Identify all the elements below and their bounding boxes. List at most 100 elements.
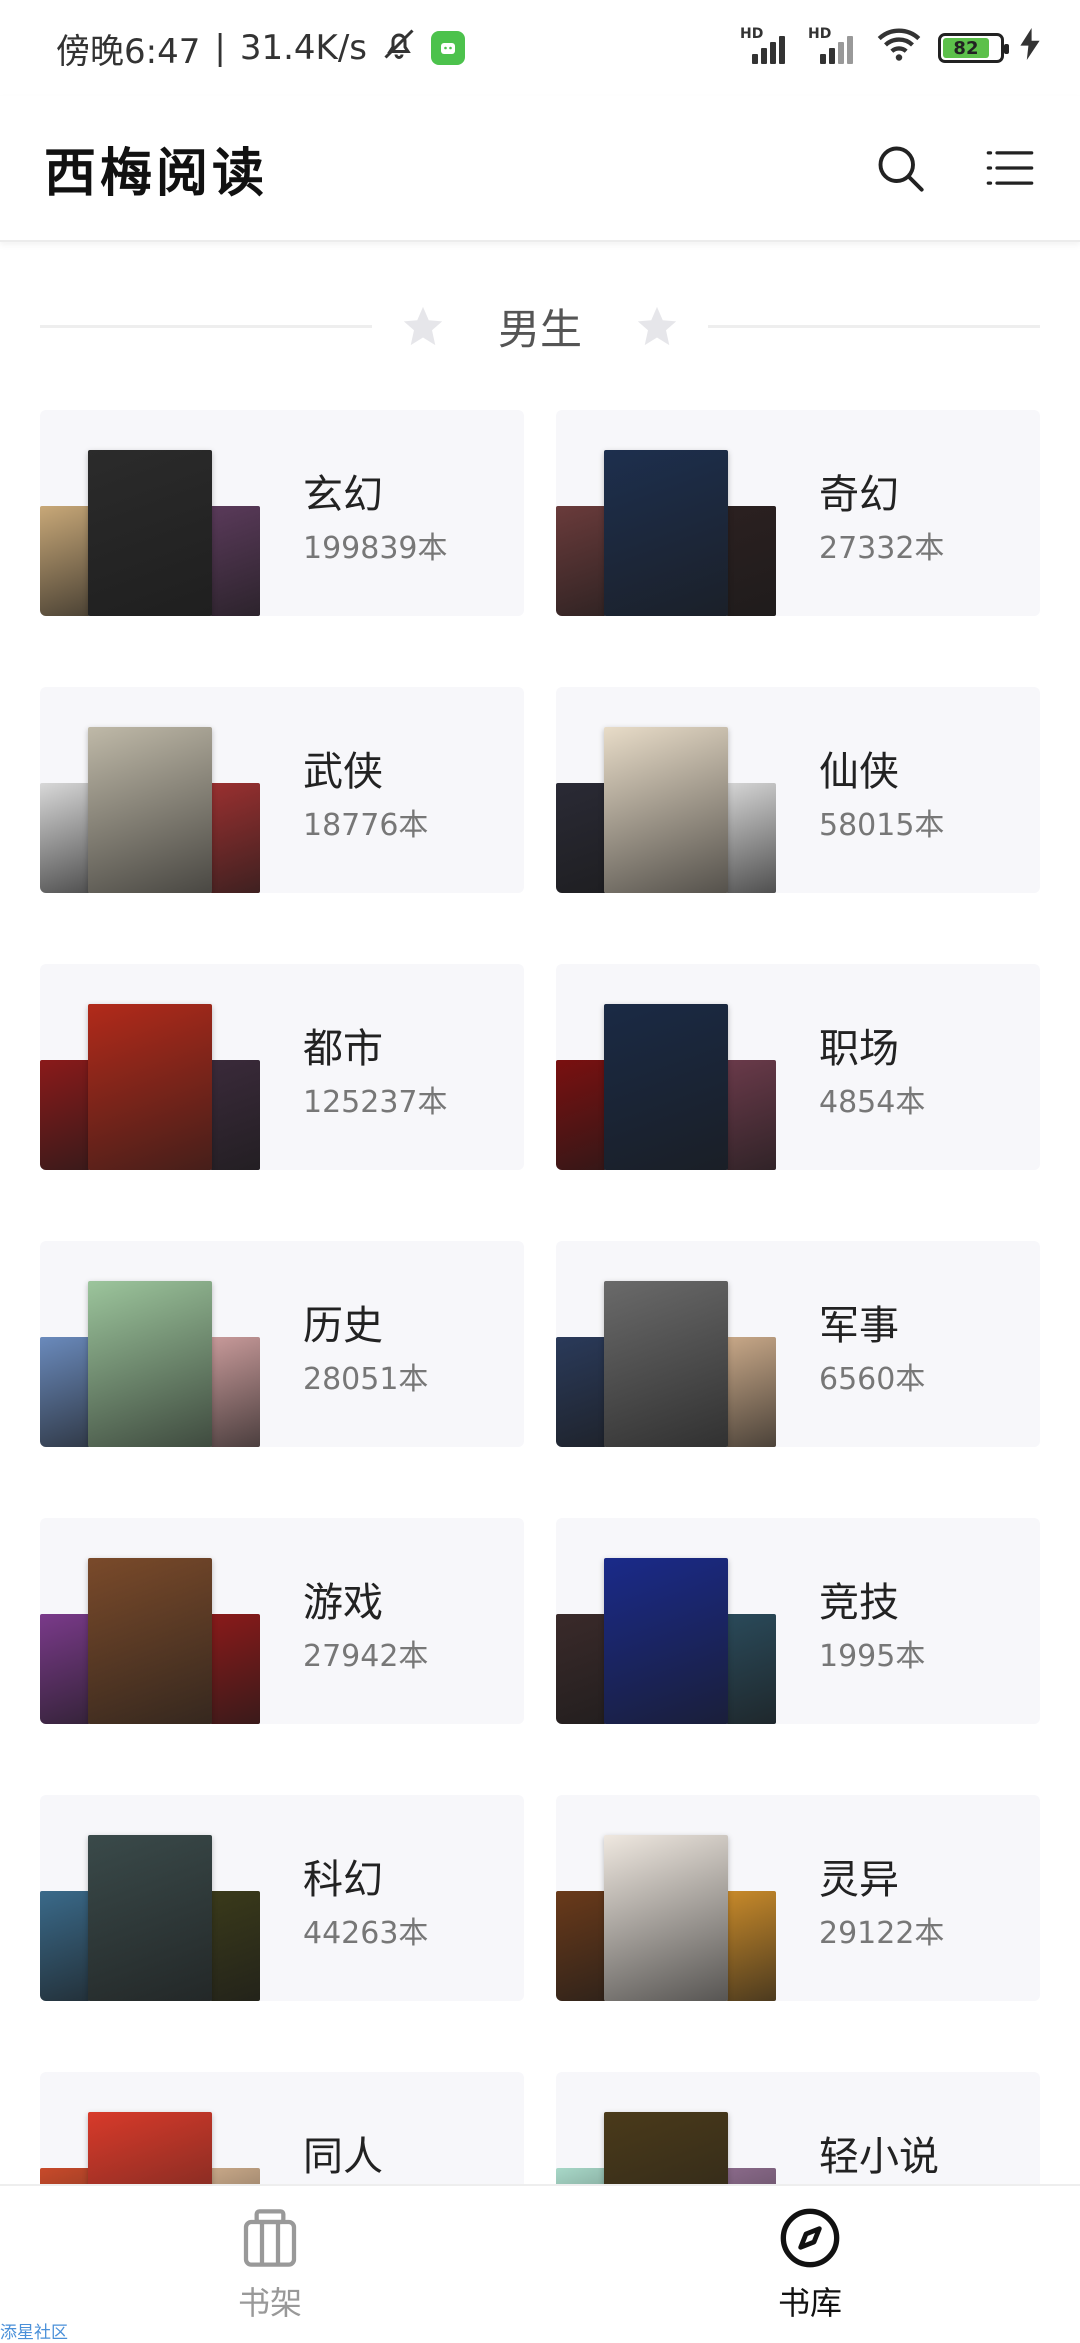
wifi-icon [876, 26, 922, 71]
category-card[interactable]: 职场 4854本 [556, 964, 1040, 1170]
category-name: 科幻 [303, 1857, 383, 1903]
book-cover-left [40, 1891, 90, 2001]
book-cover-right [726, 1614, 776, 1724]
book-cover-right [210, 783, 260, 893]
book-cover-left [556, 783, 606, 893]
category-count: 125237本 [303, 1085, 448, 1120]
book-cover-left [40, 1614, 90, 1724]
book-cover-left [556, 506, 606, 616]
app-notification-icon [431, 31, 465, 65]
charging-bolt-icon [1020, 27, 1040, 69]
book-cover-left [40, 783, 90, 893]
category-card[interactable]: 玄幻 199839本 [40, 410, 524, 616]
category-name: 都市 [303, 1026, 383, 1072]
category-card[interactable]: 奇幻 27332本 [556, 410, 1040, 616]
search-icon[interactable] [870, 138, 930, 198]
category-count: 6560本 [819, 1362, 926, 1397]
book-cover-left [556, 1060, 606, 1170]
category-name: 竞技 [819, 1580, 899, 1626]
category-count: 27942本 [303, 1639, 429, 1674]
category-name: 仙侠 [819, 749, 899, 795]
star-icon [403, 306, 443, 346]
nav-bookshelf-label: 书架 [237, 2284, 302, 2322]
watermark: 添星社区 [0, 2323, 68, 2343]
book-cover-left [40, 1337, 90, 1447]
book-cover-left [556, 1891, 606, 2001]
category-count: 58015本 [819, 808, 945, 843]
book-cover-main [604, 1558, 728, 1724]
book-cover-main [604, 727, 728, 893]
category-name: 历史 [303, 1303, 383, 1349]
book-cover-right [210, 506, 260, 616]
bookshelf-icon [243, 2209, 297, 2267]
book-cover-main [88, 1835, 212, 2001]
category-count: 29122本 [819, 1916, 945, 1951]
category-card[interactable]: 军事 6560本 [556, 1241, 1040, 1447]
book-cover-main [604, 1281, 728, 1447]
bottom-nav: 书架 书库 [0, 2184, 1080, 2340]
category-name: 军事 [819, 1303, 899, 1349]
section-header: 男生 [40, 290, 1041, 362]
star-icon [637, 306, 677, 346]
signal-hd-1-icon: HD [740, 26, 792, 66]
book-cover-right [726, 783, 776, 893]
category-count: 1995本 [819, 1639, 926, 1674]
book-cover-left [556, 1337, 606, 1447]
category-name: 职场 [819, 1026, 899, 1072]
category-name: 奇幻 [819, 472, 899, 518]
category-count: 27332本 [819, 531, 945, 566]
category-count: 4854本 [819, 1085, 926, 1120]
divider-right [708, 324, 1041, 328]
category-card[interactable]: 武侠 18776本 [40, 687, 524, 893]
category-name: 灵异 [819, 1857, 899, 1903]
category-card[interactable]: 历史 28051本 [40, 1241, 524, 1447]
category-count: 18776本 [303, 808, 429, 843]
book-cover-right [210, 1891, 260, 2001]
book-cover-left [556, 1614, 606, 1724]
book-cover-left [40, 506, 90, 616]
category-name: 同人 [303, 2134, 383, 2180]
book-cover-right [726, 1060, 776, 1170]
status-time: 傍晚6:47 [56, 31, 201, 72]
book-cover-right [210, 1614, 260, 1724]
category-card[interactable]: 竞技 1995本 [556, 1518, 1040, 1724]
category-card[interactable]: 都市 125237本 [40, 964, 524, 1170]
book-cover-left [40, 1060, 90, 1170]
category-name: 轻小说 [819, 2134, 939, 2180]
book-cover-right [210, 1337, 260, 1447]
category-count: 44263本 [303, 1916, 429, 1951]
book-cover-main [88, 1281, 212, 1447]
category-card[interactable]: 仙侠 58015本 [556, 687, 1040, 893]
compass-icon [780, 2208, 840, 2268]
category-count: 199839本 [303, 531, 448, 566]
menu-icon[interactable] [980, 138, 1040, 198]
category-card[interactable]: 游戏 27942本 [40, 1518, 524, 1724]
category-card[interactable]: 科幻 44263本 [40, 1795, 524, 2001]
book-cover-right [726, 506, 776, 616]
book-cover-right [726, 1337, 776, 1447]
nav-library-label: 书库 [777, 2284, 842, 2322]
signal-hd-2-icon: HD [808, 26, 860, 66]
book-cover-right [726, 1891, 776, 2001]
status-bar: 傍晚6:47 | 31.4K/s HD HD 82 [0, 0, 1080, 96]
book-cover-main [604, 450, 728, 616]
book-cover-main [88, 450, 212, 616]
book-cover-right [210, 1060, 260, 1170]
status-net-speed: 31.4K/s [239, 28, 367, 68]
book-cover-main [604, 1835, 728, 2001]
book-cover-main [604, 1004, 728, 1170]
book-cover-main [88, 1004, 212, 1170]
divider-left [40, 324, 372, 328]
app-header: 西梅阅读 [0, 96, 1080, 242]
book-cover-main [88, 727, 212, 893]
section-title: 男生 [498, 304, 583, 354]
book-cover-main [88, 1558, 212, 1724]
battery-icon: 82 [938, 33, 1009, 63]
category-name: 武侠 [303, 749, 383, 795]
category-card[interactable]: 灵异 29122本 [556, 1795, 1040, 2001]
nav-bookshelf[interactable]: 书架 [0, 2186, 540, 2340]
mute-bell-icon [381, 26, 417, 71]
nav-library[interactable]: 书库 [540, 2186, 1080, 2340]
app-title: 西梅阅读 [44, 142, 269, 204]
category-name: 玄幻 [303, 472, 383, 518]
